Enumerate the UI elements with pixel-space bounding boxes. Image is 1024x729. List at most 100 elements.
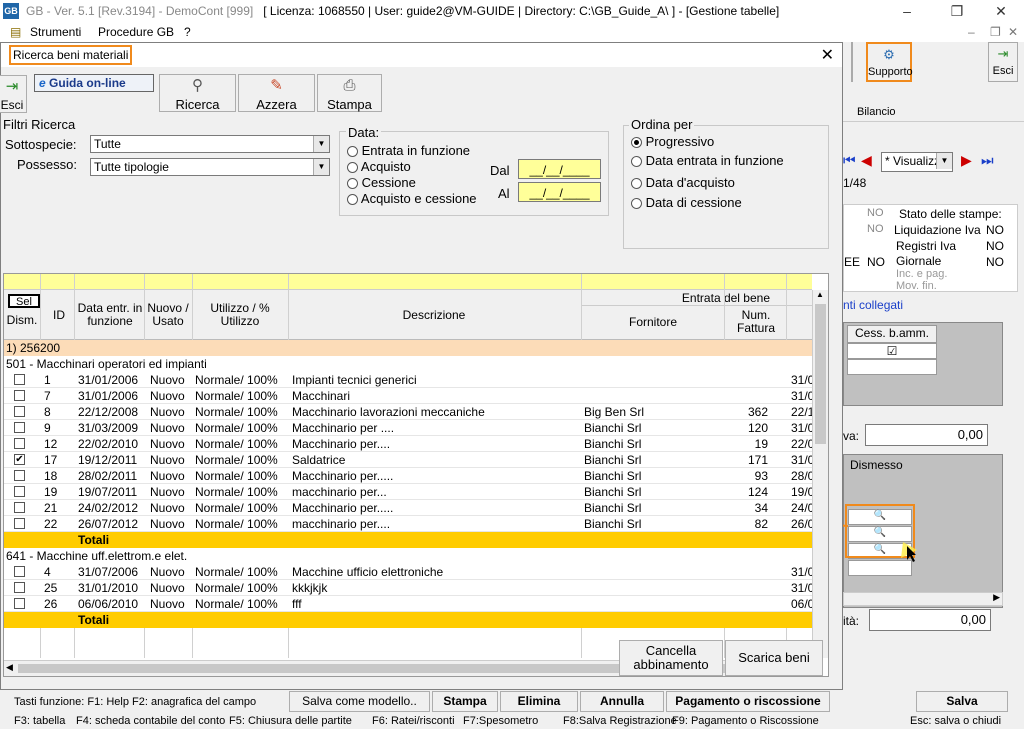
num-fattura-header[interactable]: Num. Fattura (726, 309, 786, 335)
data-acquisto-cell: 31/0 (791, 421, 812, 435)
table-row[interactable]: 17 19/12/2011 Nuovo Normale/ 100% Saldatrice… (4, 452, 812, 468)
table-row[interactable]: 25 31/01/2010 Nuovo Normale/ 100% kkkjkjk 31/… (4, 580, 812, 596)
ricerca-button[interactable]: ⚲ Ricerca (159, 74, 236, 112)
radio-icon (347, 178, 358, 190)
nav-last-icon[interactable]: ⏭ (981, 152, 994, 169)
scarica-beni-button[interactable]: Scarica beni (725, 640, 823, 676)
dism-header[interactable]: Dism. (4, 314, 40, 327)
data-option-0[interactable]: Entrata in funzione (347, 143, 470, 158)
dism-checkbox[interactable] (14, 470, 25, 481)
data-entr-header[interactable]: Data entr. in funzione (76, 302, 144, 328)
cess-empty-cell[interactable] (847, 359, 937, 375)
dal-date-field[interactable]: __/__/____ (518, 159, 601, 179)
data-option-3[interactable]: Acquisto e cessione (347, 191, 477, 206)
table-row[interactable]: 21 24/02/2012 Nuovo Normale/ 100% Macchinari… (4, 500, 812, 516)
table-row[interactable]: 19 19/07/2011 Nuovo Normale/ 100% macchinari… (4, 484, 812, 500)
descrizione-header[interactable]: Descrizione (288, 309, 580, 322)
dism-checkbox[interactable]: ✔ (14, 454, 25, 465)
table-row[interactable]: 18 28/02/2011 Nuovo Normale/ 100% Macchinari… (4, 468, 812, 484)
footer-salva-button[interactable]: Salva (916, 691, 1008, 712)
dism-checkbox[interactable] (14, 406, 25, 417)
dism-checkbox[interactable] (14, 502, 25, 513)
dism-checkbox[interactable] (14, 518, 25, 529)
table-row[interactable]: 8 22/12/2008 Nuovo Normale/ 100% Macchinario… (4, 404, 812, 420)
table-row[interactable]: 7 31/01/2006 Nuovo Normale/ 100% Macchinari 3… (4, 388, 812, 404)
function-keys-help: Tasti funzione: F1: Help F2: anagrafica … (14, 696, 257, 708)
table-row[interactable]: 12 22/02/2010 Nuovo Normale/ 100% Macchinari… (4, 436, 812, 452)
table-row[interactable]: 22 26/07/2012 Nuovo Normale/ 100% macchinari… (4, 516, 812, 532)
value-field-2[interactable]: 0,00 (869, 609, 991, 631)
sottospecie-select[interactable]: Tutte ▼ (90, 135, 330, 153)
ordina-option-1[interactable]: Data entrata in funzione (631, 153, 784, 168)
utilizzo-header[interactable]: Utilizzo / % Utilizzo (194, 302, 286, 328)
dism-checkbox[interactable] (14, 390, 25, 401)
esci-button[interactable]: ⇥ Esci (0, 75, 27, 113)
linked-tab[interactable]: nti collegati (843, 298, 903, 312)
ordina-option-3[interactable]: Data di cessione (631, 195, 742, 210)
table-row[interactable]: 26 06/06/2010 Nuovo Normale/ 100% fff 06/0 (4, 596, 812, 612)
dism-checkbox[interactable] (14, 486, 25, 497)
id-cell: 21 (44, 501, 58, 515)
table-row[interactable]: 4 31/07/2006 Nuovo Normale/ 100% Macchine uf… (4, 564, 812, 580)
dialog-close-icon[interactable]: ✕ (821, 45, 834, 65)
possesso-select[interactable]: Tutte tipologie ▼ (90, 158, 330, 176)
cess-checkbox-cell[interactable]: ☑ (847, 343, 937, 359)
nuovo-header[interactable]: Nuovo / Usato (145, 302, 191, 328)
tab-bilancio[interactable]: Bilancio (857, 106, 896, 118)
scroll-thumb[interactable] (815, 304, 826, 444)
mdi-close-icon[interactable]: ✕ (1008, 22, 1018, 42)
close-window-button[interactable]: ✕ (984, 0, 1018, 22)
dism-checkbox[interactable] (14, 374, 25, 385)
dism-checkbox[interactable] (14, 438, 25, 449)
restore-button[interactable]: ❐ (940, 0, 974, 22)
al-date-field[interactable]: __/__/____ (518, 182, 601, 202)
minimize-button[interactable]: – (890, 0, 924, 22)
data-option-1[interactable]: Acquisto (347, 159, 411, 174)
dism-checkbox[interactable] (14, 566, 25, 577)
dism-checkbox[interactable] (14, 422, 25, 433)
group-header: 1) 256200 (4, 340, 812, 356)
nav-prev-icon[interactable]: ◀ (861, 152, 872, 169)
visualizza-select[interactable]: * Visualizz ▼ (881, 152, 953, 172)
footer-elimina-button[interactable]: Elimina (500, 691, 578, 712)
filter-row[interactable] (4, 274, 812, 290)
menu-procedure-gb[interactable]: Procedure GB (98, 22, 174, 42)
pagamento-riscossione-button[interactable]: Pagamento o riscossione (666, 691, 830, 712)
num-fattura-cell: 82 (754, 517, 768, 531)
scroll-left-icon[interactable]: ◀ (6, 662, 13, 673)
nuovo-cell: Nuovo (150, 469, 185, 483)
table-row[interactable]: 9 31/03/2009 Nuovo Normale/ 100% Macchinario… (4, 420, 812, 436)
menu-strumenti[interactable]: Strumenti (30, 22, 81, 42)
nav-first-icon[interactable]: ⏮ (843, 152, 856, 169)
cancella-abbinamento-button[interactable]: Cancella abbinamento (619, 640, 723, 676)
mdi-minimize-icon[interactable]: – (968, 22, 975, 42)
stampa-button[interactable]: ⎙ Stampa (317, 74, 382, 112)
data-cell: 24/02/2012 (78, 501, 139, 515)
fornitore-header[interactable]: Fornitore (582, 316, 724, 329)
dism-checkbox[interactable] (14, 598, 25, 609)
cess-bamm-header: Cess. b.amm. (847, 325, 937, 343)
guida-online-button[interactable]: e Guida on-line (34, 74, 154, 92)
data-option-2[interactable]: Cessione (347, 175, 416, 190)
id-header[interactable]: ID (42, 309, 76, 322)
value-field-1[interactable]: 0,00 (865, 424, 988, 446)
dism-checkbox[interactable] (14, 582, 25, 593)
footer-stampa-button[interactable]: Stampa (432, 691, 498, 712)
vertical-scrollbar[interactable]: ▲ ▼ (812, 290, 828, 658)
ordina-option-0[interactable]: Progressivo (631, 134, 714, 149)
supporto-button[interactable]: ⚙ Supporto (866, 42, 913, 82)
table-row[interactable]: 1 31/01/2006 Nuovo Normale/ 100% Impianti te… (4, 372, 812, 388)
nav-next-icon[interactable]: ▶ (961, 152, 972, 169)
azzera-button[interactable]: ✎ Azzera (238, 74, 315, 112)
mdi-restore-icon[interactable]: ❐ (990, 22, 1001, 42)
scroll-up-icon[interactable]: ▲ (816, 290, 824, 299)
data-cell: 28/02/2011 (78, 469, 138, 483)
bg-esci-button[interactable]: ⇥ Esci (988, 42, 1018, 82)
bg-hscroll[interactable]: ▶ (843, 592, 1003, 606)
menu-help[interactable]: ? (184, 22, 191, 42)
salva-modello-button[interactable]: Salva come modello.. (289, 691, 430, 712)
ordina-option-2[interactable]: Data d'acquisto (631, 175, 735, 190)
utilizzo-cell: Normale/ 100% (195, 453, 278, 467)
footer-annulla-button[interactable]: Annulla (580, 691, 664, 712)
sel-header[interactable]: Sel (8, 294, 40, 308)
